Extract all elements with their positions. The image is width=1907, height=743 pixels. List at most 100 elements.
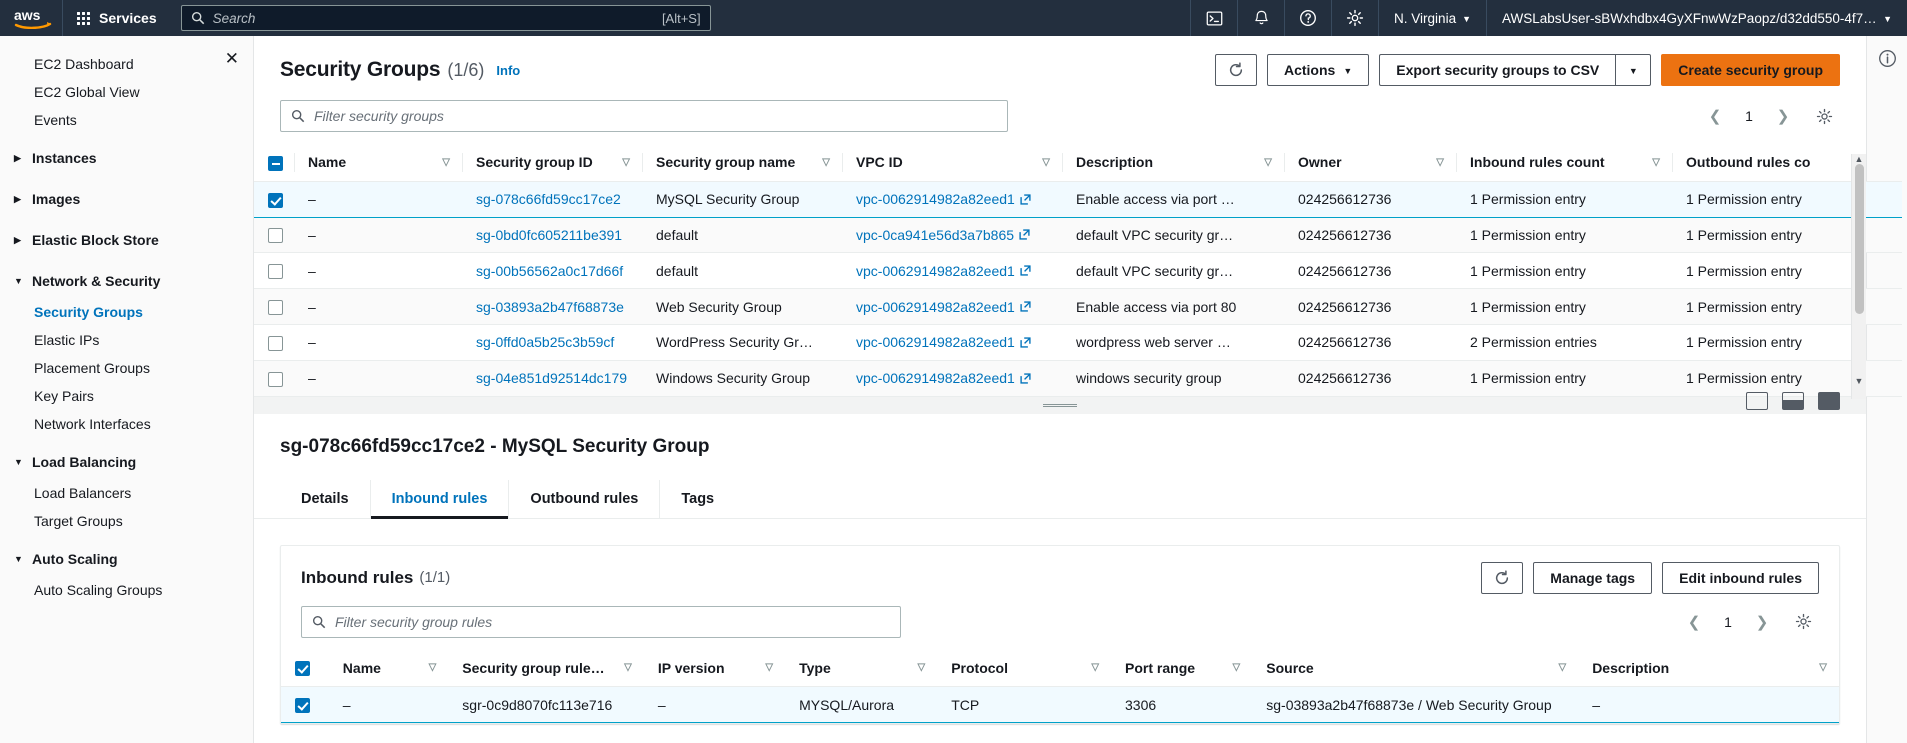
pane-splitter[interactable] xyxy=(254,391,1866,414)
column-header-description[interactable]: Description ▽ xyxy=(1578,649,1839,688)
row-checkbox[interactable] xyxy=(295,698,310,714)
column-header-type[interactable]: Type ▽ xyxy=(785,649,938,688)
global-search[interactable]: [Alt+S] xyxy=(180,5,711,31)
help-button[interactable] xyxy=(1285,0,1331,36)
row-checkbox[interactable] xyxy=(268,335,283,351)
vpc-id-link[interactable]: vpc-0062914982a82eed1 xyxy=(856,263,1031,279)
tab-tags[interactable]: Tags xyxy=(660,480,735,518)
vpc-id-link[interactable]: vpc-0062914982a82eed1 xyxy=(856,191,1031,207)
sidebar-item-ec2-dashboard[interactable]: EC2 Dashboard xyxy=(0,50,253,78)
row-checkbox[interactable] xyxy=(268,228,283,244)
column-header-inbound-rules-count[interactable]: Inbound rules count ▽ xyxy=(1456,144,1672,182)
column-header-description[interactable]: Description ▽ xyxy=(1062,144,1284,182)
table-row[interactable]: – sg-0ffd0a5b25c3b59cf WordPress Securit… xyxy=(254,324,1902,361)
scroll-down-arrow[interactable]: ▼ xyxy=(1852,376,1866,386)
tab-details[interactable]: Details xyxy=(280,479,371,518)
pagination-prev-button[interactable]: ❮ xyxy=(1679,607,1709,637)
row-checkbox[interactable] xyxy=(268,264,283,280)
security-group-id-link[interactable]: sg-00b56562a0c17d66f xyxy=(476,263,623,279)
security-group-id-link[interactable]: sg-0ffd0a5b25c3b59cf xyxy=(476,334,614,350)
manage-tags-button[interactable]: Manage tags xyxy=(1533,561,1653,594)
column-header-ip-version[interactable]: IP version ▽ xyxy=(643,649,786,688)
info-link[interactable]: Info xyxy=(496,63,520,78)
sidebar-item-target-groups[interactable]: Target Groups xyxy=(0,507,253,535)
export-csv-button[interactable]: Export security groups to CSV xyxy=(1379,54,1616,86)
column-header-port-range[interactable]: Port range ▽ xyxy=(1111,649,1253,688)
pagination-prev-button[interactable]: ❮ xyxy=(1700,101,1730,131)
close-icon[interactable]: ✕ xyxy=(225,50,239,67)
column-header-security-group-id[interactable]: Security group ID ▽ xyxy=(462,144,642,182)
row-checkbox[interactable] xyxy=(268,371,283,387)
panel-none-icon[interactable] xyxy=(1746,391,1768,410)
column-header-security-group-name[interactable]: Security group name ▽ xyxy=(642,144,842,182)
services-menu-button[interactable]: Services xyxy=(63,0,171,36)
create-security-group-button[interactable]: Create security group xyxy=(1661,54,1840,86)
sidebar-item-ec2-global-view[interactable]: EC2 Global View xyxy=(0,78,253,106)
filter-security-group-rules[interactable] xyxy=(301,605,901,638)
row-checkbox[interactable] xyxy=(268,192,283,208)
sidebar-item-load-balancers[interactable]: Load Balancers xyxy=(0,479,253,507)
pagination-next-button[interactable]: ❯ xyxy=(1768,101,1798,131)
cloudshell-button[interactable] xyxy=(1191,0,1237,36)
vpc-id-link[interactable]: vpc-0062914982a82eed1 xyxy=(856,299,1031,315)
table-row[interactable]: – sg-078c66fd59cc17ce2 MySQL Security Gr… xyxy=(254,180,1902,218)
filter-security-groups-input[interactable] xyxy=(314,108,997,124)
column-header-vpc-id[interactable]: VPC ID ▽ xyxy=(842,144,1062,182)
column-header-outbound-rules-count[interactable]: Outbound rules co xyxy=(1672,144,1902,182)
security-group-id-link[interactable]: sg-03893a2b47f68873e xyxy=(476,299,624,315)
table-vertical-scrollbar[interactable]: ▲ ▼ xyxy=(1851,154,1866,399)
panel-bottom-icon[interactable] xyxy=(1782,391,1804,410)
table-row[interactable]: – sg-04e851d92514dc179 Windows Security … xyxy=(254,360,1902,397)
pagination-page-1[interactable]: 1 xyxy=(1713,607,1743,637)
notifications-button[interactable] xyxy=(1238,0,1284,36)
region-selector[interactable]: N. Virginia ▼ xyxy=(1379,0,1486,36)
table-row[interactable]: – sg-03893a2b47f68873e Web Security Grou… xyxy=(254,288,1902,325)
inbound-rules-preferences-button[interactable] xyxy=(1787,606,1819,638)
global-search-input[interactable] xyxy=(212,6,654,30)
sidebar-item-network-interfaces[interactable]: Network Interfaces xyxy=(0,410,253,438)
vpc-id-link[interactable]: vpc-0062914982a82eed1 xyxy=(856,334,1031,350)
table-row[interactable]: – sgr-0c9d8070fc113e716 – MYSQL/Aurora T… xyxy=(281,686,1839,724)
aws-logo[interactable]: aws xyxy=(14,7,52,29)
table-row[interactable]: – sg-00b56562a0c17d66f default vpc-00629… xyxy=(254,252,1902,290)
column-header-owner[interactable]: Owner ▽ xyxy=(1284,144,1456,182)
sidebar-item-elastic-ips[interactable]: Elastic IPs xyxy=(0,326,253,354)
sidebar-group-elastic-block-store[interactable]: ▶ Elastic Block Store xyxy=(0,223,253,257)
pagination-next-button[interactable]: ❯ xyxy=(1747,607,1777,637)
sidebar-item-key-pairs[interactable]: Key Pairs xyxy=(0,382,253,410)
refresh-button[interactable] xyxy=(1214,54,1257,86)
column-header-protocol[interactable]: Protocol ▽ xyxy=(937,649,1112,688)
tab-inbound-rules[interactable]: Inbound rules xyxy=(370,479,510,519)
pagination-page-1[interactable]: 1 xyxy=(1734,101,1764,131)
row-checkbox[interactable] xyxy=(268,299,283,315)
edit-inbound-rules-button[interactable]: Edit inbound rules xyxy=(1662,561,1819,594)
inbound-refresh-button[interactable] xyxy=(1481,561,1524,594)
export-dropdown-toggle[interactable]: ▼ xyxy=(1615,54,1652,86)
security-group-id-link[interactable]: sg-078c66fd59cc17ce2 xyxy=(476,191,621,207)
column-header-name[interactable]: Name ▽ xyxy=(328,649,449,688)
splitter-grip[interactable] xyxy=(1043,403,1077,407)
panel-full-icon[interactable] xyxy=(1818,391,1840,410)
sidebar-group-instances[interactable]: ▶ Instances xyxy=(0,141,253,175)
filter-security-group-rules-input[interactable] xyxy=(335,613,890,630)
settings-button[interactable] xyxy=(1332,0,1378,36)
scroll-up-arrow[interactable]: ▲ xyxy=(1852,154,1866,164)
sidebar-item-events[interactable]: Events xyxy=(0,106,253,134)
info-panel-button[interactable] xyxy=(1878,49,1897,73)
select-all-checkbox[interactable] xyxy=(268,155,283,171)
sidebar-group-network-and-security[interactable]: ▼ Network & Security xyxy=(0,264,253,298)
column-header-security-group-rule-id[interactable]: Security group rule… ▽ xyxy=(448,649,644,688)
column-header-source[interactable]: Source ▽ xyxy=(1252,649,1579,688)
column-header-name[interactable]: Name ▽ xyxy=(294,144,462,182)
scrollbar-thumb[interactable] xyxy=(1854,164,1864,314)
filter-security-groups[interactable] xyxy=(280,100,1008,132)
tab-outbound-rules[interactable]: Outbound rules xyxy=(509,479,661,518)
sidebar-item-placement-groups[interactable]: Placement Groups xyxy=(0,354,253,382)
sidebar-group-auto-scaling[interactable]: ▼ Auto Scaling xyxy=(0,542,253,576)
sidebar-item-security-groups[interactable]: Security Groups xyxy=(0,298,253,326)
vpc-id-link[interactable]: vpc-0062914982a82eed1 xyxy=(856,370,1031,386)
inbound-select-all-checkbox[interactable] xyxy=(295,661,310,677)
table-row[interactable]: – sg-0bd0fc605211be391 default vpc-0ca94… xyxy=(254,217,1902,254)
sidebar-group-load-balancing[interactable]: ▼ Load Balancing xyxy=(0,445,253,479)
sidebar-item-auto-scaling-groups[interactable]: Auto Scaling Groups xyxy=(0,576,253,604)
